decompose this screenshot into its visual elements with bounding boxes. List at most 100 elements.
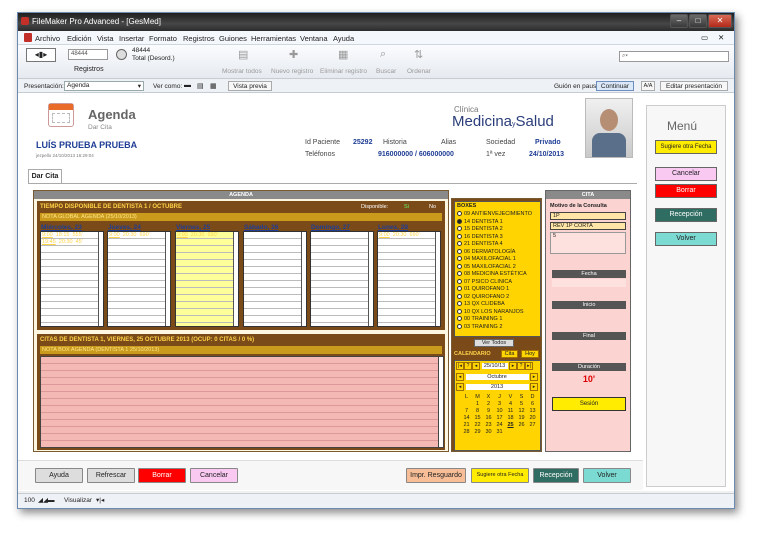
record-number-input[interactable]: 48444	[68, 49, 108, 60]
time-slot[interactable]	[41, 267, 103, 274]
time-slot[interactable]	[41, 281, 103, 288]
time-slot[interactable]: 9:00 20:30 690'	[378, 232, 440, 239]
box-item[interactable]: 08 MEDICINA ESTÉTICA	[457, 271, 539, 279]
layout-select[interactable]: Agenda ▾	[64, 81, 144, 91]
box-item[interactable]: 13 QX CLIDEBA	[457, 301, 539, 309]
calendar-day[interactable]: 1	[472, 400, 483, 407]
time-slot[interactable]	[244, 246, 306, 253]
time-slot[interactable]	[244, 274, 306, 281]
next-day-button[interactable]: ▸	[509, 362, 518, 370]
recepcion-button[interactable]: Recepción	[533, 468, 579, 483]
calendar-day[interactable]: 10	[494, 407, 505, 414]
time-slot[interactable]	[311, 295, 373, 302]
edit-layout-button[interactable]: Editar presentación	[660, 81, 728, 91]
day-scrollbar[interactable]	[301, 232, 306, 326]
time-slot[interactable]	[244, 239, 306, 246]
time-slot[interactable]	[108, 239, 170, 246]
time-slot[interactable]	[378, 309, 440, 316]
time-slot[interactable]	[244, 253, 306, 260]
impr-resguardo-button[interactable]: Impr. Resguardo	[406, 468, 466, 483]
day-header[interactable]: Viernes, 25	[176, 224, 210, 231]
time-slot[interactable]	[378, 253, 440, 260]
radio-icon[interactable]	[457, 233, 462, 239]
cancelar-button[interactable]: Cancelar	[190, 468, 238, 483]
time-slot[interactable]	[311, 288, 373, 295]
box-item[interactable]: 07 PSICO CLINICA	[457, 279, 539, 287]
time-slot[interactable]	[41, 260, 103, 267]
calendar-day[interactable]: 21	[461, 421, 472, 428]
time-slot[interactable]	[378, 239, 440, 246]
time-slot[interactable]	[378, 295, 440, 302]
time-slot[interactable]	[108, 302, 170, 309]
time-slot[interactable]	[311, 239, 373, 246]
calendar-day[interactable]: 19	[516, 414, 527, 421]
minimize-button[interactable]: –	[670, 14, 688, 28]
fecha-field[interactable]	[552, 279, 626, 287]
menu-herramientas[interactable]: Herramientas	[251, 34, 296, 43]
view-form-icon[interactable]: ▬	[184, 82, 191, 89]
time-slot[interactable]	[41, 274, 103, 281]
time-slot[interactable]	[176, 309, 238, 316]
prev-month-button[interactable]: ◂	[456, 373, 464, 381]
time-slot[interactable]	[311, 309, 373, 316]
box-item[interactable]: 06 DERMATOLOGÍA	[457, 249, 539, 257]
mode-dropdown-icon[interactable]: ▾|◂	[96, 496, 104, 504]
box-item[interactable]: 03 TRAINING 2	[457, 324, 539, 332]
day-column[interactable]: 9:00 20:30 690'	[107, 231, 171, 327]
time-slot[interactable]	[176, 253, 238, 260]
menu-formato[interactable]: Formato	[149, 34, 177, 43]
calendar-day[interactable]: 6	[527, 400, 538, 407]
calendar-day[interactable]: 9	[483, 407, 494, 414]
menu-ayuda[interactable]: Ayuda	[333, 34, 354, 43]
time-slot[interactable]	[311, 253, 373, 260]
time-slot[interactable]	[176, 239, 238, 246]
show-all-button[interactable]: Mostrar todos	[222, 68, 262, 75]
time-slot[interactable]	[244, 267, 306, 274]
time-slot[interactable]	[41, 309, 103, 316]
time-slot[interactable]	[108, 260, 170, 267]
day-scrollbar[interactable]	[368, 232, 373, 326]
time-slot[interactable]	[176, 288, 238, 295]
calendar-day[interactable]: 24	[494, 421, 505, 428]
time-slot[interactable]	[108, 316, 170, 323]
day-header[interactable]: Jueves, 24	[108, 224, 141, 231]
box-item[interactable]: 02 QUIROFANO 2	[457, 294, 539, 302]
calendar-day[interactable]: 2	[483, 400, 494, 407]
box-item[interactable]: 10 QX LOS NARANJOS	[457, 309, 539, 317]
time-slot[interactable]	[378, 288, 440, 295]
mode-label[interactable]: Visualizar	[64, 497, 92, 504]
available-yes[interactable]: Si	[404, 204, 409, 210]
time-slot[interactable]: 9:00 18:15 555'	[41, 232, 103, 239]
time-slot[interactable]	[378, 281, 440, 288]
preview-button[interactable]: Vista previa	[228, 81, 272, 91]
radio-icon[interactable]	[457, 316, 462, 322]
radio-icon[interactable]	[457, 256, 462, 262]
box-item[interactable]: 01 QUIROFANO 1	[457, 286, 539, 294]
time-slot[interactable]	[378, 316, 440, 323]
time-slot[interactable]	[244, 302, 306, 309]
calendar-day[interactable]: 7	[461, 407, 472, 414]
time-slot[interactable]	[108, 281, 170, 288]
calendar-day[interactable]: 28	[461, 428, 472, 435]
cita-cal-button[interactable]: Cita	[501, 350, 518, 358]
radio-icon[interactable]	[457, 308, 462, 314]
next-month-button[interactable]: ▸	[530, 373, 539, 381]
sugiere-fecha-button[interactable]: Sugiere otra Fecha	[471, 468, 529, 483]
time-slot[interactable]	[311, 274, 373, 281]
time-slot[interactable]	[378, 246, 440, 253]
delete-record-button[interactable]: Eliminar registro	[320, 68, 367, 75]
time-slot[interactable]	[41, 253, 103, 260]
next-date-button[interactable]: ?	[517, 362, 526, 370]
box-item[interactable]: 14 DENTISTA 1	[457, 219, 539, 227]
day-scrollbar[interactable]	[233, 232, 238, 326]
time-slot[interactable]	[108, 288, 170, 295]
time-slot[interactable]	[244, 316, 306, 323]
time-slot[interactable]	[41, 246, 103, 253]
sort-button[interactable]: Ordenar	[407, 68, 431, 75]
global-note[interactable]: NOTA GLOBAL AGENDA (25/10/2013)	[40, 213, 442, 221]
calendar-day[interactable]: 11	[505, 407, 516, 414]
time-slot[interactable]	[311, 246, 373, 253]
prev-year-button[interactable]: ◂	[456, 383, 464, 391]
time-slot[interactable]	[311, 302, 373, 309]
time-slot[interactable]	[311, 232, 373, 239]
